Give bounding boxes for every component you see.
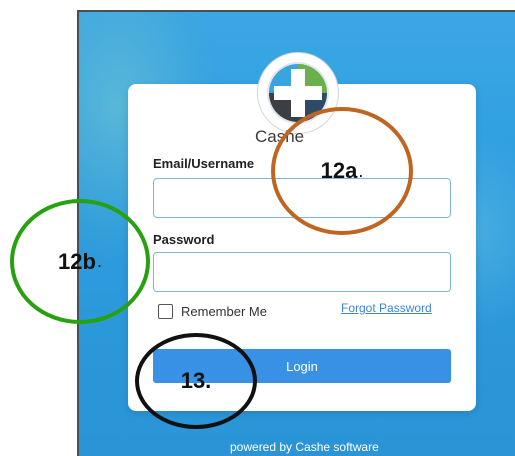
callout-12b-dot: . [96,251,102,271]
callout-12a-label: 12a [320,158,358,183]
powered-by-text: powered by Cashe software [230,440,379,454]
forgot-password-link[interactable]: Forgot Password [341,301,432,315]
callout-12a-dot: . [358,160,364,181]
password-label: Password [153,232,215,247]
password-field[interactable] [153,252,451,292]
checkbox-icon[interactable] [158,304,173,319]
callout-13-label: 13. [180,368,212,393]
email-label: Email/Username [153,156,255,171]
login-button-label: Login [286,358,318,374]
callout-13: 13. [135,333,257,429]
callout-12b: 12b. [10,199,150,324]
callout-12b-label: 12b [58,248,96,274]
remember-me-label: Remember Me [181,304,267,319]
remember-me[interactable]: Remember Me [158,304,267,319]
callout-12a: 12a. [271,107,413,235]
